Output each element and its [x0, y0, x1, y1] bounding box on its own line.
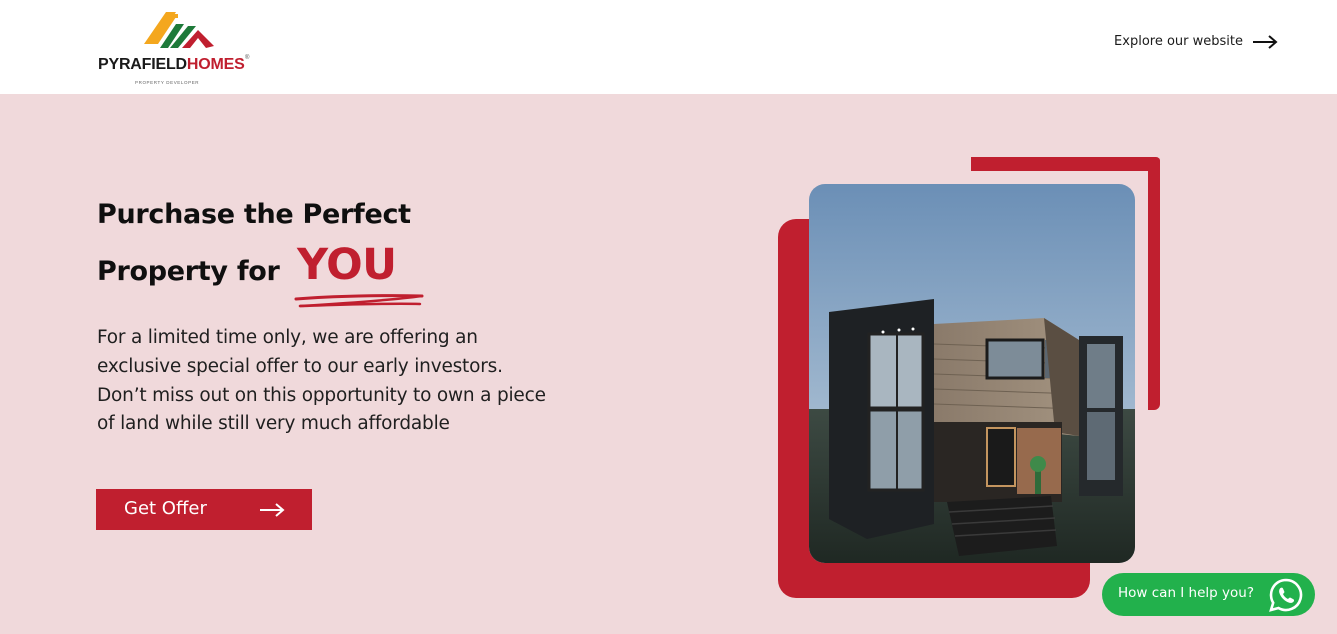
brand-name: PYRAFIELDHOMES — [98, 56, 245, 73]
hero-title-line2: Property for — [97, 256, 280, 287]
explore-website-link[interactable]: Explore our website — [1114, 34, 1278, 49]
get-offer-label: Get Offer — [124, 498, 207, 519]
whatsapp-icon — [1269, 578, 1303, 612]
chat-label: How can I help you? — [1118, 585, 1255, 601]
hero-description: For a limited time only, we are offering… — [97, 327, 546, 435]
trademark-mark: ® — [245, 55, 250, 61]
arrow-right-icon — [260, 503, 285, 517]
roof-logo-icon — [144, 12, 214, 48]
hero-title-line1: Purchase the Perfect — [97, 199, 411, 230]
hero-title-highlight: YOU — [297, 240, 397, 290]
brand-tagline: PROPERTY DEVELOPER — [135, 80, 200, 85]
arrow-right-icon — [1253, 34, 1278, 49]
site-header: PYRAFIELDHOMES ® PROPERTY DEVELOPER Expl… — [0, 0, 1337, 94]
brand-logo[interactable]: PYRAFIELDHOMES ® PROPERTY DEVELOPER — [98, 8, 253, 88]
house-image — [809, 184, 1135, 563]
explore-link-label: Explore our website — [1114, 34, 1243, 49]
whatsapp-chat-button[interactable]: How can I help you? — [1102, 573, 1315, 616]
get-offer-button[interactable]: Get Offer — [96, 489, 312, 530]
scribble-underline — [294, 294, 424, 308]
